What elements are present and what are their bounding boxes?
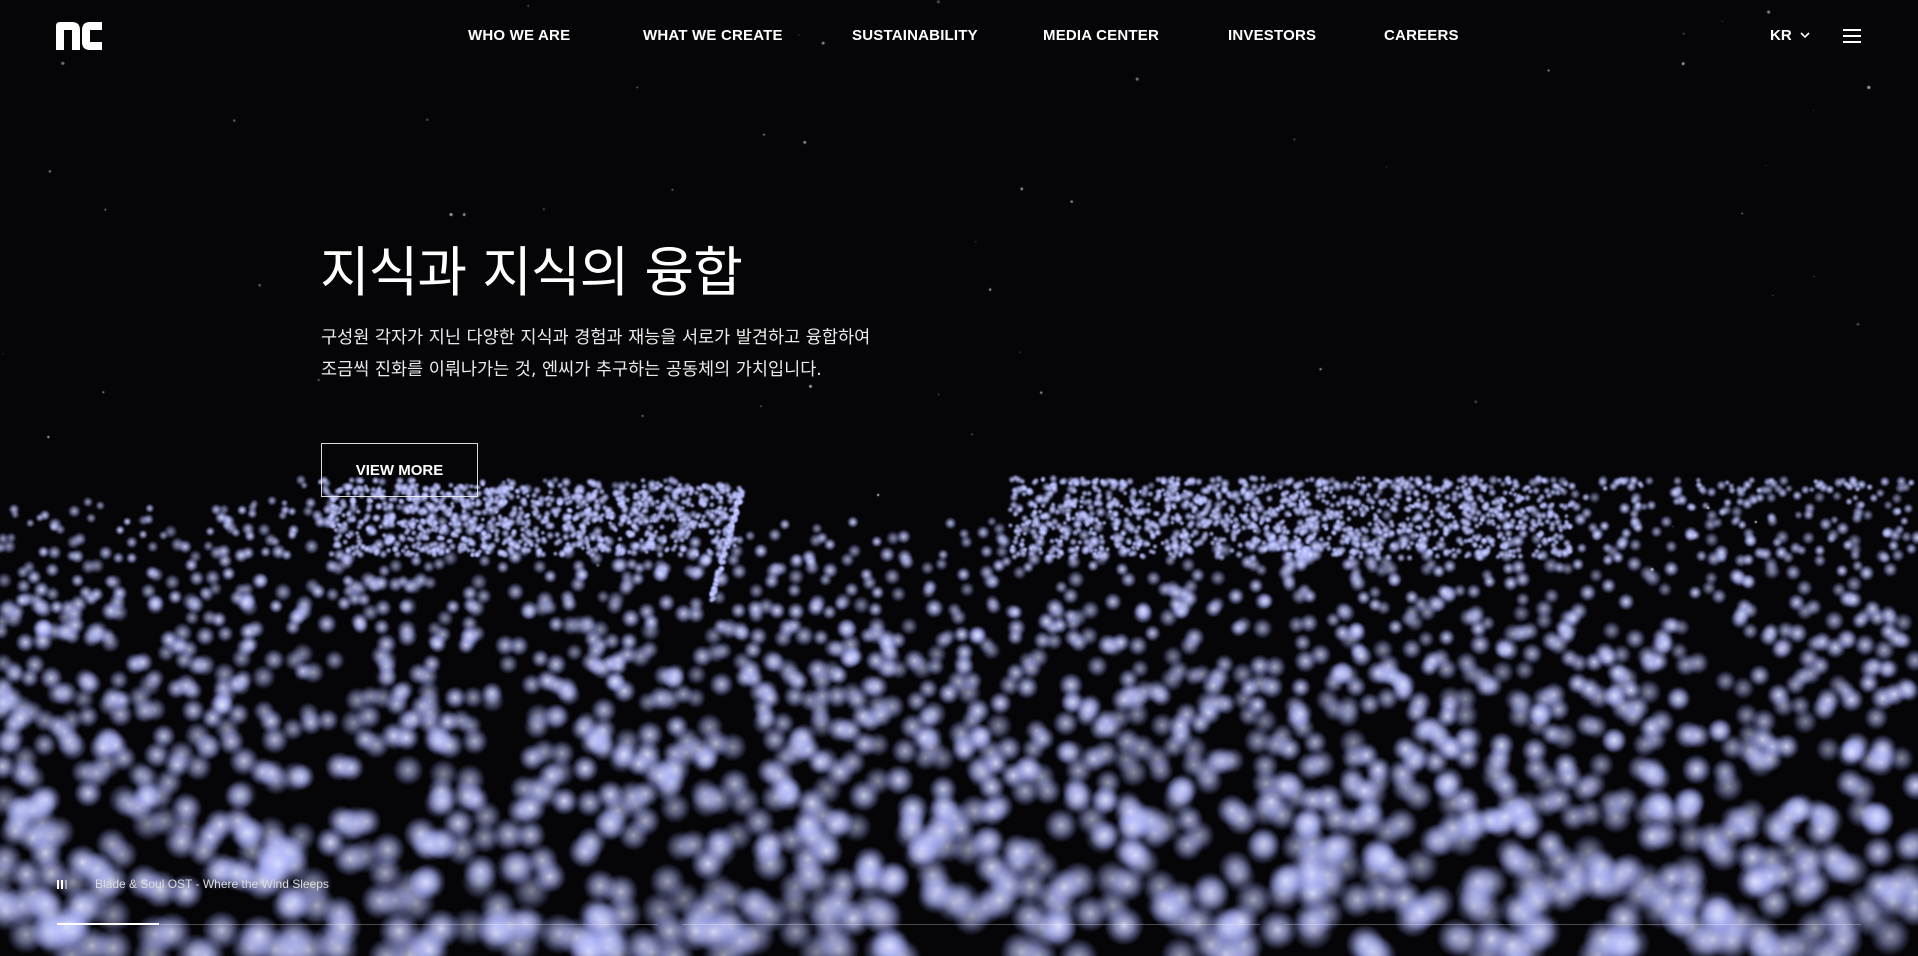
view-more-button[interactable]: VIEW MORE — [321, 443, 478, 497]
hero-description: 구성원 각자가 지닌 다양한 지식과 경험과 재능을 서로가 발견하고 융합하여… — [321, 322, 870, 386]
chevron-down-icon — [1800, 32, 1810, 39]
particle-background — [0, 0, 1918, 956]
music-player: Blade & Soul OST - Where the Wind Sleeps — [57, 875, 329, 893]
language-selector[interactable]: KR — [1770, 27, 1810, 44]
nav-media-center[interactable]: MEDIA CENTER — [1043, 27, 1159, 44]
slide-progress-bar-1[interactable] — [57, 923, 658, 925]
nav-what-we-create[interactable]: WHAT WE CREATE — [643, 27, 783, 44]
slide-progress-bar-3[interactable] — [1284, 924, 1861, 925]
site-header: WHO WE ARE WHAT WE CREATE SUSTAINABILITY… — [0, 0, 1918, 74]
nav-who-we-are[interactable]: WHO WE ARE — [468, 27, 570, 44]
hamburger-menu-icon[interactable] — [1843, 28, 1861, 44]
nav-careers[interactable]: CAREERS — [1384, 27, 1459, 44]
hero-title: 지식과 지식의 융합 — [320, 241, 743, 304]
slide-progress-bar-2[interactable] — [682, 924, 1260, 925]
nav-sustainability[interactable]: SUSTAINABILITY — [852, 27, 978, 44]
hero-description-line: 구성원 각자가 지닌 다양한 지식과 경험과 재능을 서로가 발견하고 융합하여 — [321, 328, 871, 348]
pause-icon[interactable] — [57, 878, 69, 890]
nav-investors[interactable]: INVESTORS — [1228, 27, 1316, 44]
track-title: Blade & Soul OST - Where the Wind Sleeps — [95, 877, 329, 891]
hero-description-line: 조금씩 진화를 이뤄나가는 것, 엔씨가 추구하는 공동체의 가치입니다. — [321, 360, 822, 380]
language-label: KR — [1770, 27, 1792, 44]
slide-progress-fill — [57, 923, 160, 925]
main-nav: WHO WE ARE WHAT WE CREATE SUSTAINABILITY… — [0, 27, 1918, 49]
